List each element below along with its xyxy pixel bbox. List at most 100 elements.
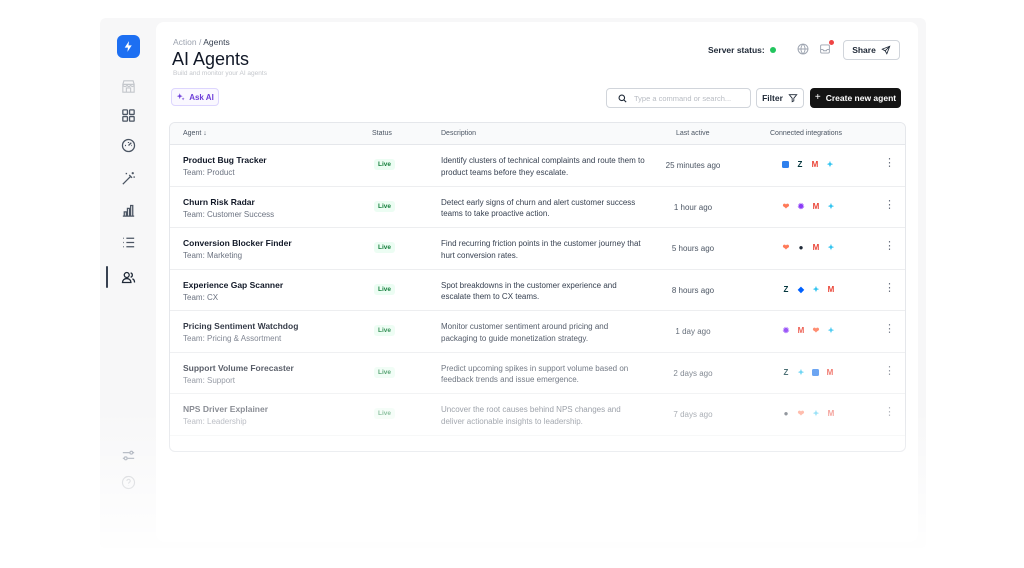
more-options-icon[interactable]: ⋮ bbox=[884, 158, 895, 169]
page-subtitle: Build and monitor your AI agents bbox=[173, 70, 267, 77]
sliders-icon bbox=[122, 450, 134, 460]
app-logo[interactable] bbox=[117, 35, 140, 58]
filter-button[interactable]: Filter bbox=[756, 88, 804, 108]
sidebar-item-store[interactable] bbox=[117, 75, 139, 97]
page-title: AI Agents bbox=[172, 49, 250, 69]
agent-name[interactable]: Experience Gap Scanner bbox=[183, 280, 283, 290]
agent-name[interactable]: Pricing Sentiment Watchdog bbox=[183, 321, 298, 331]
agent-name[interactable]: NPS Driver Explainer bbox=[183, 404, 268, 414]
sidebar-item-lists[interactable] bbox=[117, 231, 139, 253]
agent-team: Team: Marketing bbox=[183, 251, 243, 260]
server-status-dot bbox=[769, 47, 776, 53]
table-row[interactable]: Conversion Blocker Finder Team: Marketing… bbox=[170, 228, 905, 270]
breadcrumb-current: Agents bbox=[203, 37, 230, 47]
agent-name[interactable]: Product Bug Tracker bbox=[183, 155, 267, 165]
agent-description: Monitor customer sentiment around pricin… bbox=[441, 322, 609, 343]
status-badge: Live bbox=[374, 159, 396, 170]
sparkle-icon bbox=[177, 93, 185, 101]
integration-list: Z ◆ ✦ M bbox=[782, 284, 835, 294]
sidebar-item-automations[interactable] bbox=[117, 167, 139, 189]
agent-name[interactable]: Conversion Blocker Finder bbox=[183, 238, 292, 248]
plus-icon: + bbox=[814, 92, 821, 103]
grid-icon bbox=[121, 108, 135, 122]
integration-list: Z ✦ M bbox=[782, 367, 834, 377]
agent-description: Spot breakdowns in the customer experien… bbox=[441, 280, 617, 302]
table-row[interactable]: Experience Gap Scanner Team: CX Live Spot b… bbox=[170, 270, 905, 311]
notifications-button[interactable] bbox=[817, 40, 834, 57]
status-badge: Live bbox=[374, 408, 396, 419]
sidebar-item-agents[interactable] bbox=[117, 266, 139, 288]
column-integrations: Connected integrations bbox=[770, 130, 842, 137]
last-active: 2 days ago bbox=[673, 368, 713, 378]
agent-description: Predict upcoming spikes in support volum… bbox=[441, 363, 629, 385]
last-active: 1 hour ago bbox=[673, 202, 713, 212]
ask-ai-button[interactable]: Ask AI bbox=[171, 88, 219, 106]
app-window: Action / Agents AI Agents Build and moni… bbox=[100, 18, 926, 548]
integration-list: ✹ M ❤ ✦ bbox=[782, 327, 835, 335]
create-agent-button[interactable]: + Create new agent bbox=[810, 88, 901, 108]
more-options-icon[interactable]: ⋮ bbox=[884, 324, 895, 335]
more-options-icon[interactable]: ⋮ bbox=[884, 365, 895, 377]
sidebar-item-settings[interactable] bbox=[117, 444, 139, 466]
sidebar-item-dashboard[interactable] bbox=[117, 104, 139, 126]
more-options-icon[interactable]: ⋮ bbox=[884, 282, 895, 294]
language-button[interactable] bbox=[795, 41, 811, 57]
sidebar-item-help[interactable] bbox=[117, 471, 139, 493]
agent-name[interactable]: Support Volume Forecaster bbox=[183, 363, 294, 373]
storefront-icon bbox=[121, 79, 135, 93]
gmail-icon: M bbox=[812, 201, 820, 211]
share-label: Share bbox=[852, 45, 876, 55]
table-row[interactable]: Pricing Sentiment Watchdog Team: Pricing … bbox=[170, 311, 905, 353]
gmail-icon: M bbox=[827, 409, 835, 418]
agent-team: Team: CX bbox=[183, 292, 219, 302]
command-search[interactable] bbox=[606, 88, 751, 108]
gong-icon: ✹ bbox=[782, 326, 790, 335]
agent-description: Find recurring friction points in the cu… bbox=[441, 239, 641, 260]
integration-list: Z M ✦ bbox=[782, 161, 834, 169]
agent-description: Identify clusters of technical complaint… bbox=[441, 156, 645, 177]
magic-wand-icon bbox=[121, 171, 135, 185]
status-badge: Live bbox=[374, 283, 396, 295]
gauge-icon bbox=[121, 138, 135, 152]
more-options-icon[interactable]: ⋮ bbox=[884, 241, 895, 252]
more-options-icon[interactable]: ⋮ bbox=[884, 407, 895, 418]
slack-icon: ✦ bbox=[827, 326, 835, 335]
sidebar-item-performance[interactable] bbox=[117, 134, 139, 156]
gmail-icon: M bbox=[812, 243, 820, 252]
main-panel: Action / Agents AI Agents Build and moni… bbox=[156, 22, 918, 542]
sort-down-icon: ↓ bbox=[203, 130, 207, 137]
search-icon bbox=[618, 94, 627, 103]
last-active: 5 hours ago bbox=[671, 244, 715, 253]
column-description: Description bbox=[441, 130, 477, 137]
search-input[interactable] bbox=[634, 93, 744, 103]
table-row[interactable]: Support Volume Forecaster Team: Support Li… bbox=[170, 353, 905, 394]
sidebar-item-analytics[interactable] bbox=[117, 199, 139, 221]
table-row[interactable]: NPS Driver Explainer Team: Leadership Live… bbox=[170, 394, 905, 436]
integration-list: ❤ ✹ M ✦ bbox=[782, 201, 835, 211]
share-button[interactable]: Share bbox=[843, 40, 900, 60]
table-row[interactable]: Churn Risk Radar Team: Customer Success Li… bbox=[170, 187, 905, 228]
agent-team: Team: Support bbox=[183, 375, 236, 385]
more-options-icon[interactable]: ⋮ bbox=[884, 199, 895, 211]
breadcrumb-parent[interactable]: Action bbox=[173, 37, 197, 47]
hubspot-icon: ❤ bbox=[797, 409, 805, 418]
slack-icon: ✦ bbox=[797, 367, 805, 377]
column-agent[interactable]: Agent ↓ bbox=[183, 130, 207, 137]
agent-team: Team: Customer Success bbox=[183, 209, 275, 219]
globe-icon bbox=[797, 43, 809, 55]
agents-table: Agent ↓ Status Description Last active C… bbox=[169, 122, 906, 452]
agent-name[interactable]: Churn Risk Radar bbox=[183, 197, 255, 207]
server-status-label: Server status: bbox=[708, 45, 765, 55]
last-active: 25 minutes ago bbox=[665, 161, 721, 170]
users-icon bbox=[121, 271, 135, 283]
agent-team: Team: Product bbox=[183, 168, 235, 177]
integration-list: ● ❤ ✦ M bbox=[782, 410, 835, 418]
table-row[interactable]: Product Bug Tracker Team: Product Live Iden… bbox=[170, 145, 905, 187]
zendesk-icon: Z bbox=[797, 160, 803, 169]
zendesk-icon: Z bbox=[783, 284, 789, 294]
status-badge: Live bbox=[374, 200, 396, 212]
gong-icon: ✹ bbox=[797, 201, 805, 211]
list-icon bbox=[122, 237, 134, 247]
column-status: Status bbox=[372, 130, 392, 137]
bar-chart-icon bbox=[122, 204, 134, 217]
